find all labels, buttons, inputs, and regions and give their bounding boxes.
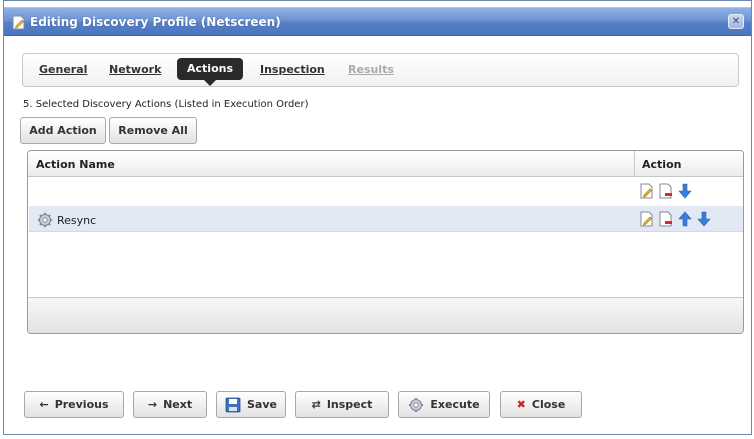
- inspect-button[interactable]: ⇄ Inspect: [295, 391, 389, 418]
- delete-icon[interactable]: [658, 211, 674, 227]
- close-label: Close: [531, 398, 566, 411]
- row-action-icons: [639, 211, 712, 227]
- tab-actions-label: Actions: [187, 62, 233, 75]
- add-action-button[interactable]: Add Action: [20, 117, 106, 144]
- save-button[interactable]: Save: [216, 391, 286, 418]
- tab-bar: General Network Actions Inspection Resul…: [22, 53, 739, 87]
- document-edit-icon: [12, 15, 25, 30]
- execute-label: Execute: [430, 398, 480, 411]
- add-action-label: Add Action: [29, 124, 97, 137]
- table-header: Action Name Action: [28, 151, 743, 177]
- previous-button[interactable]: ← Previous: [24, 391, 124, 418]
- title-bar[interactable]: Editing Discovery Profile (Netscreen) ✕: [4, 7, 751, 36]
- tab-network[interactable]: Network: [109, 63, 161, 76]
- row-action-icons: [639, 183, 693, 199]
- tab-results: Results: [348, 63, 394, 76]
- execute-button[interactable]: Execute: [398, 391, 490, 418]
- table-row[interactable]: [29, 178, 743, 204]
- active-tab-pointer: [204, 80, 216, 86]
- close-button[interactable]: ✖ Close: [500, 391, 582, 418]
- next-label: Next: [163, 398, 193, 411]
- close-icon: ✖: [516, 398, 526, 411]
- action-name-text: Resync: [57, 213, 97, 227]
- previous-label: Previous: [54, 398, 109, 411]
- edit-icon[interactable]: [639, 211, 655, 227]
- tab-inspection[interactable]: Inspection: [260, 63, 325, 76]
- floppy-disk-icon: [225, 397, 241, 412]
- swap-arrows-icon: ⇄: [311, 398, 321, 411]
- gear-icon: [37, 212, 53, 228]
- arrow-right-icon: →: [147, 398, 158, 411]
- edit-icon[interactable]: [639, 183, 655, 199]
- table-row[interactable]: Resync: [29, 206, 743, 232]
- move-down-icon[interactable]: [677, 183, 693, 199]
- save-label: Save: [247, 398, 277, 411]
- tab-actions[interactable]: Actions: [177, 58, 243, 86]
- discovery-profile-dialog: Editing Discovery Profile (Netscreen) ✕ …: [3, 0, 752, 435]
- tab-general[interactable]: General: [39, 63, 87, 76]
- delete-icon[interactable]: [658, 183, 674, 199]
- section-heading: 5. Selected Discovery Actions (Listed in…: [23, 99, 309, 110]
- remove-all-label: Remove All: [118, 124, 188, 137]
- next-button[interactable]: → Next: [133, 391, 207, 418]
- remove-all-button[interactable]: Remove All: [109, 117, 197, 144]
- move-up-icon[interactable]: [677, 211, 693, 227]
- action-name-cell: Resync: [37, 212, 96, 228]
- inspect-label: Inspect: [326, 398, 373, 411]
- column-divider: [634, 151, 635, 177]
- actions-table: Action Name Action Resync: [27, 150, 744, 334]
- close-window-button[interactable]: ✕: [728, 14, 744, 29]
- move-down-icon[interactable]: [696, 211, 712, 227]
- arrow-left-icon: ←: [39, 398, 49, 411]
- table-footer: [28, 297, 743, 333]
- header-action[interactable]: Action: [642, 158, 681, 171]
- gear-icon: [409, 397, 424, 412]
- dialog-title: Editing Discovery Profile (Netscreen): [30, 15, 281, 29]
- header-action-name[interactable]: Action Name: [36, 158, 115, 171]
